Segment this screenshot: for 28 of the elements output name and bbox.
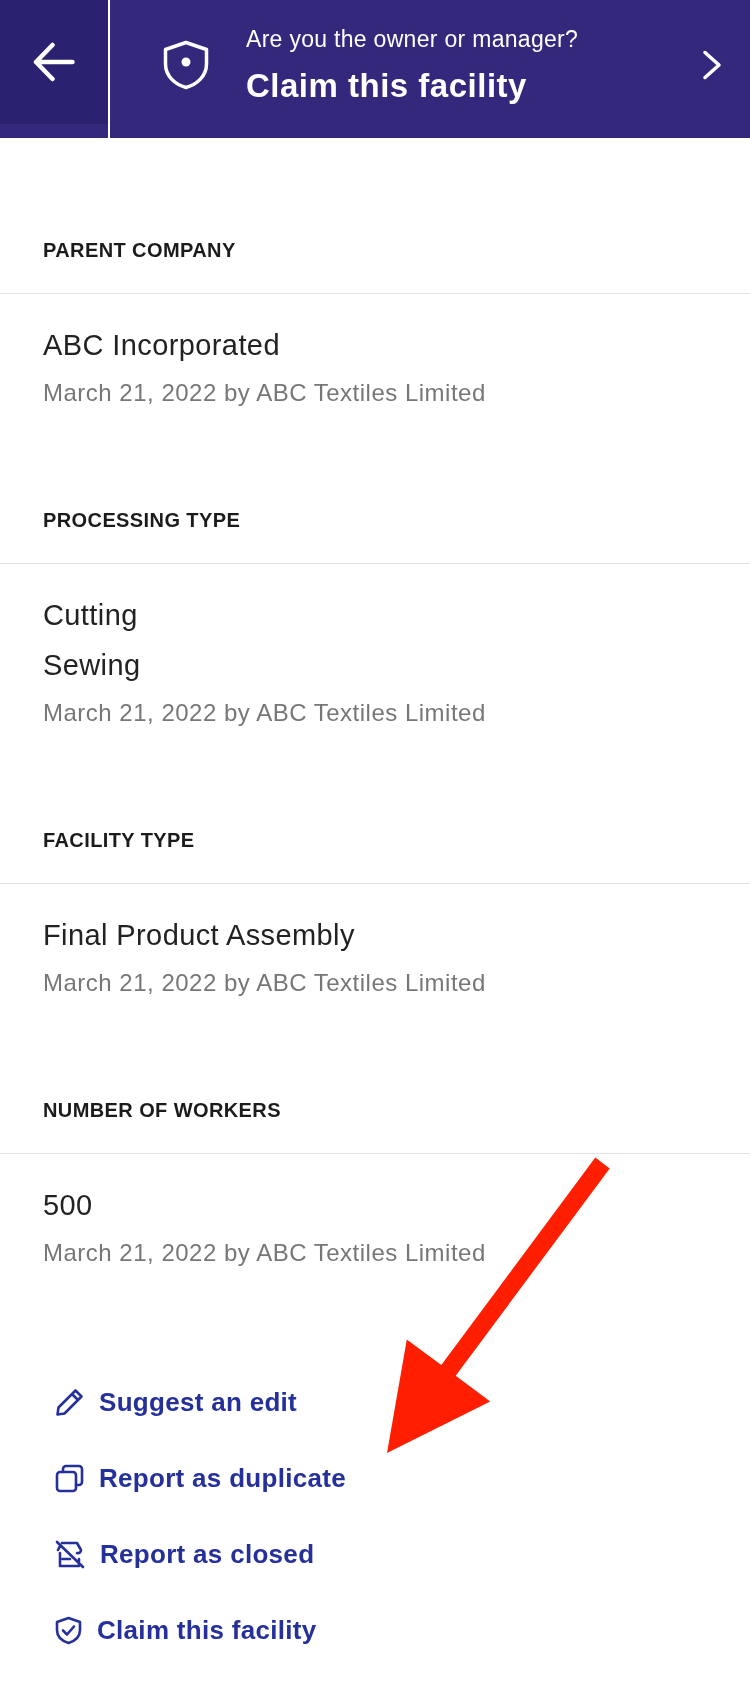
attribution-text: March 21, 2022 by ABC Textiles Limited (43, 968, 486, 998)
pencil-icon (55, 1387, 84, 1417)
banner-title: Claim this facility (246, 65, 527, 106)
back-button[interactable] (0, 0, 108, 124)
attribution-text: March 21, 2022 by ABC Textiles Limited (43, 1238, 486, 1268)
section-label: PROCESSING TYPE (43, 508, 241, 532)
shield-icon (163, 40, 209, 90)
field-value: ABC Incorporated (43, 328, 280, 363)
copy-icon (55, 1463, 84, 1493)
section-label: FACILITY TYPE (43, 828, 195, 852)
chevron-right-icon (702, 50, 722, 80)
attribution-text: March 21, 2022 by ABC Textiles Limited (43, 378, 486, 408)
arrow-left-icon (33, 42, 75, 82)
suggest-edit-link[interactable]: Suggest an edit (55, 1384, 298, 1420)
storefront-slash-icon (55, 1539, 85, 1569)
claim-banner[interactable]: Are you the owner or manager? Claim this facility (108, 0, 750, 138)
section-label: PARENT COMPANY (43, 238, 236, 262)
report-duplicate-link[interactable]: Report as duplicate (55, 1460, 346, 1496)
field-value: Sewing (43, 648, 141, 683)
attribution-text: March 21, 2022 by ABC Textiles Limited (43, 698, 486, 728)
field-value: Final Product Assembly (43, 918, 355, 953)
banner-subtitle: Are you the owner or manager? (246, 24, 579, 53)
shield-check-icon (55, 1615, 82, 1645)
claim-facility-link[interactable]: Claim this facility (55, 1612, 317, 1648)
field-value: Cutting (43, 598, 138, 633)
section-label: NUMBER OF WORKERS (43, 1098, 281, 1122)
report-closed-link[interactable]: Report as closed (55, 1536, 315, 1572)
field-value: 500 (43, 1188, 93, 1223)
